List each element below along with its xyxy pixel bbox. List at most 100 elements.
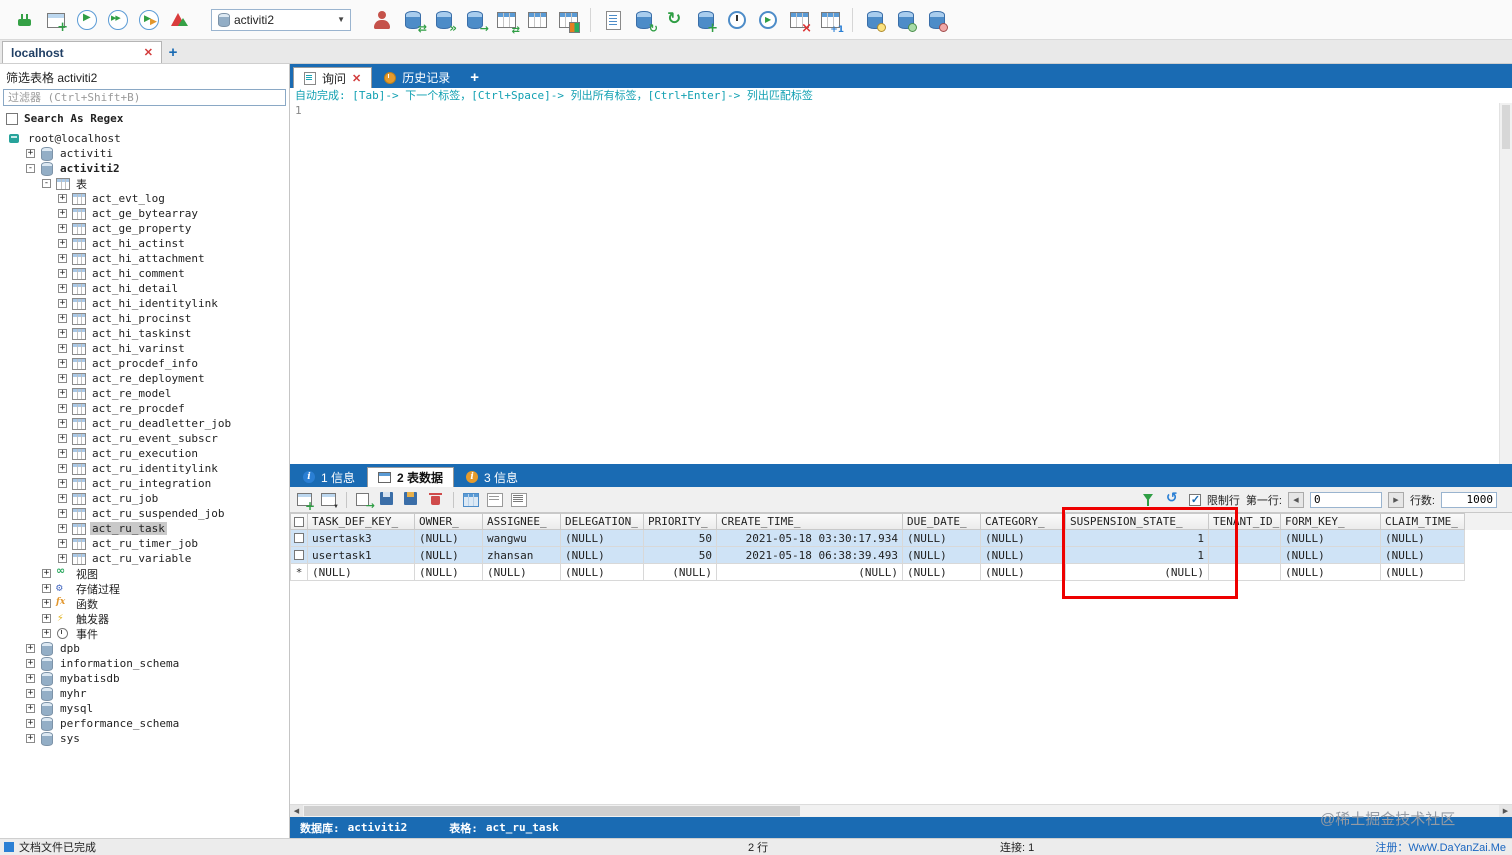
first-row-input[interactable] bbox=[1310, 492, 1382, 508]
tree-table-item[interactable]: act_hi_procinst bbox=[0, 311, 289, 326]
expand-icon[interactable] bbox=[26, 659, 35, 668]
expand-icon[interactable] bbox=[58, 389, 67, 398]
tree-table-item[interactable]: act_ge_bytearray bbox=[0, 206, 289, 221]
tree-table-item[interactable]: act_re_procdef bbox=[0, 401, 289, 416]
collapse-icon[interactable] bbox=[26, 164, 35, 173]
tree-table-item[interactable]: act_re_deployment bbox=[0, 371, 289, 386]
expand-icon[interactable] bbox=[42, 614, 51, 623]
cell-delegation[interactable]: (NULL) bbox=[561, 530, 644, 547]
text-view-icon[interactable] bbox=[509, 490, 529, 509]
cell-owner[interactable]: (NULL) bbox=[415, 547, 483, 564]
regex-option[interactable]: Search As Regex bbox=[0, 106, 289, 129]
expand-icon[interactable] bbox=[26, 734, 35, 743]
cell-claim-time[interactable]: (NULL) bbox=[1381, 564, 1465, 581]
column-header[interactable]: CATEGORY_ bbox=[981, 513, 1066, 530]
cell-delegation[interactable]: (NULL) bbox=[561, 547, 644, 564]
refresh-icon[interactable] bbox=[663, 8, 687, 32]
cell-owner[interactable]: (NULL) bbox=[415, 564, 483, 581]
next-page-button[interactable]: ▶ bbox=[1388, 492, 1404, 508]
expand-icon[interactable] bbox=[58, 254, 67, 263]
tree-table-item[interactable]: act_hi_taskinst bbox=[0, 326, 289, 341]
new-connection-tab-button[interactable]: + bbox=[162, 44, 184, 63]
tree-database-item[interactable]: activiti bbox=[0, 146, 289, 161]
expand-icon[interactable] bbox=[58, 494, 67, 503]
tree-table-item[interactable]: act_ru_execution bbox=[0, 446, 289, 461]
db-sync-icon[interactable] bbox=[401, 8, 425, 32]
tree-database-item[interactable]: information_schema bbox=[0, 656, 289, 671]
column-header[interactable]: ASSIGNEE_ bbox=[483, 513, 561, 530]
cell-owner[interactable]: (NULL) bbox=[415, 530, 483, 547]
column-header[interactable]: PRIORITY_ bbox=[644, 513, 717, 530]
cell-tenant-id[interactable] bbox=[1209, 547, 1281, 564]
new-query-tab-button[interactable]: + bbox=[462, 69, 487, 86]
column-header[interactable]: DUE_DATE_ bbox=[903, 513, 981, 530]
cell-category[interactable]: (NULL) bbox=[981, 564, 1066, 581]
row-select-cell[interactable] bbox=[290, 530, 308, 547]
database-select[interactable]: activiti2 ▼ bbox=[211, 9, 351, 31]
tree-object-group[interactable]: 函数 bbox=[0, 596, 289, 611]
form-view-icon[interactable] bbox=[485, 490, 505, 509]
save-icon[interactable] bbox=[378, 490, 398, 509]
column-header[interactable]: SUSPENSION_STATE_ bbox=[1066, 513, 1209, 530]
tree-table-item[interactable]: act_ge_property bbox=[0, 221, 289, 236]
expand-icon[interactable] bbox=[58, 449, 67, 458]
expand-icon[interactable] bbox=[58, 419, 67, 428]
expand-icon[interactable] bbox=[58, 404, 67, 413]
collapse-icon[interactable] bbox=[42, 179, 51, 188]
tree-table-item[interactable]: act_ru_variable bbox=[0, 551, 289, 566]
expand-icon[interactable] bbox=[58, 479, 67, 488]
scroll-right-icon[interactable]: ▶ bbox=[1499, 805, 1512, 817]
column-header[interactable]: TENANT_ID_ bbox=[1209, 513, 1281, 530]
tree-database-item[interactable]: myhr bbox=[0, 686, 289, 701]
db-migrate-icon[interactable] bbox=[463, 8, 487, 32]
expand-icon[interactable] bbox=[26, 674, 35, 683]
cell-suspension-state[interactable]: 1 bbox=[1066, 547, 1209, 564]
tree-table-item[interactable]: act_hi_actinst bbox=[0, 236, 289, 251]
prev-page-button[interactable]: ◀ bbox=[1288, 492, 1304, 508]
column-header[interactable]: FORM_KEY_ bbox=[1281, 513, 1381, 530]
column-header[interactable]: TASK_DEF_KEY_ bbox=[308, 513, 415, 530]
user-manager-icon[interactable] bbox=[863, 8, 887, 32]
expand-icon[interactable] bbox=[58, 434, 67, 443]
cell-tenant-id[interactable] bbox=[1209, 530, 1281, 547]
tree-object-group[interactable]: 存储过程 bbox=[0, 581, 289, 596]
add-row-icon[interactable] bbox=[295, 490, 315, 509]
row-checkbox[interactable] bbox=[294, 533, 304, 543]
tree-object-group[interactable]: 事件 bbox=[0, 626, 289, 641]
expand-icon[interactable] bbox=[26, 704, 35, 713]
cell-task-def-key[interactable]: (NULL) bbox=[308, 564, 415, 581]
expand-icon[interactable] bbox=[42, 584, 51, 593]
expand-icon[interactable] bbox=[58, 269, 67, 278]
expand-icon[interactable] bbox=[58, 524, 67, 533]
tab-query[interactable]: 询问 ✕ bbox=[293, 67, 372, 88]
tab-table-data[interactable]: 2 表数据 bbox=[367, 467, 454, 487]
cell-assignee[interactable]: zhansan bbox=[483, 547, 561, 564]
tree-table-item[interactable]: act_ru_deadletter_job bbox=[0, 416, 289, 431]
query-format-icon[interactable] bbox=[601, 8, 625, 32]
cell-task-def-key[interactable]: usertask1 bbox=[308, 547, 415, 564]
tree-table-item[interactable]: act_re_model bbox=[0, 386, 289, 401]
tree-database-item[interactable]: mybatisdb bbox=[0, 671, 289, 686]
expand-icon[interactable] bbox=[58, 194, 67, 203]
tree-database-item[interactable]: performance_schema bbox=[0, 716, 289, 731]
revert-filter-icon[interactable] bbox=[1163, 490, 1183, 509]
execute-all-icon[interactable] bbox=[106, 8, 130, 32]
table-data-icon[interactable] bbox=[525, 8, 549, 32]
expand-icon[interactable] bbox=[58, 539, 67, 548]
schema-designer-icon[interactable] bbox=[556, 8, 580, 32]
expand-icon[interactable] bbox=[58, 329, 67, 338]
expand-icon[interactable] bbox=[58, 284, 67, 293]
cell-due-date[interactable]: (NULL) bbox=[903, 564, 981, 581]
tree-table-item[interactable]: act_ru_job bbox=[0, 491, 289, 506]
cell-suspension-state[interactable]: 1 bbox=[1066, 530, 1209, 547]
tree-database-item[interactable]: sys bbox=[0, 731, 289, 746]
column-header[interactable]: DELEGATION_ bbox=[561, 513, 644, 530]
filter-icon[interactable] bbox=[1139, 490, 1159, 509]
export-icon[interactable] bbox=[354, 490, 374, 509]
cell-priority[interactable]: 50 bbox=[644, 530, 717, 547]
tree-table-item[interactable]: act_hi_detail bbox=[0, 281, 289, 296]
chevron-down-icon[interactable]: ▼ bbox=[337, 15, 345, 24]
save-edit-icon[interactable] bbox=[402, 490, 422, 509]
db-copy-icon[interactable] bbox=[432, 8, 456, 32]
select-all-checkbox[interactable] bbox=[294, 517, 304, 527]
